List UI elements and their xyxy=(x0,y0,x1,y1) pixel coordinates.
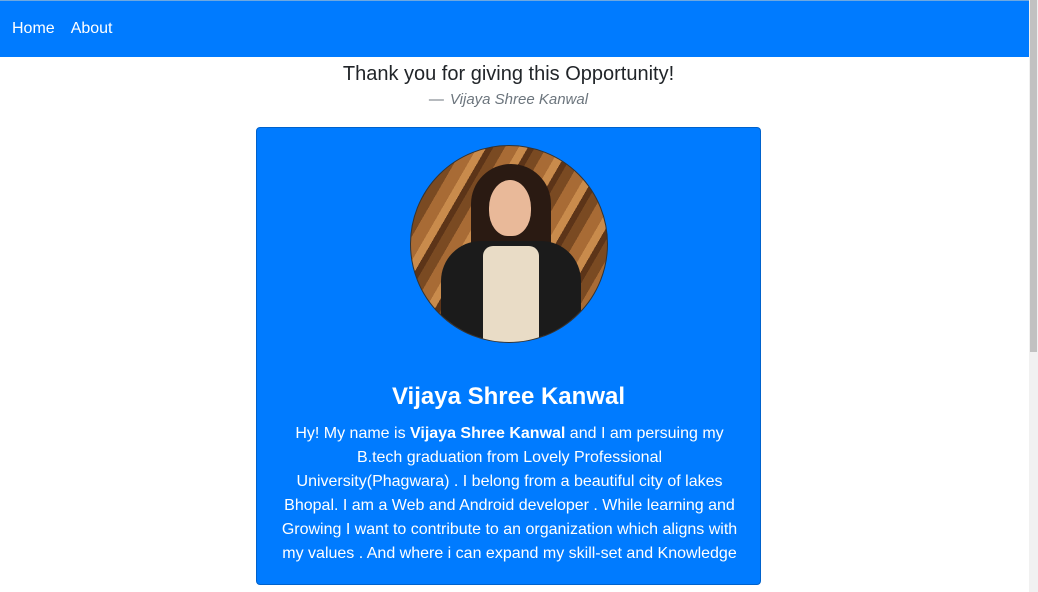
vertical-scrollbar[interactable] xyxy=(1029,0,1038,592)
bio-text-after: and I am persuing my B.tech graduation f… xyxy=(281,425,738,562)
scrollbar-thumb[interactable] xyxy=(1030,0,1037,352)
nav-link-home[interactable]: Home xyxy=(12,20,55,38)
quote-author: Vijaya Shree Kanwal xyxy=(449,91,589,108)
bio-name-bold: Vijaya Shree Kanwal xyxy=(410,425,566,442)
quote-footer: — Vijaya Shree Kanwal xyxy=(0,90,1017,110)
avatar-face-shape xyxy=(489,180,531,236)
nav-link-about[interactable]: About xyxy=(71,20,113,38)
quote-block: Thank you for giving this Opportunity! —… xyxy=(0,58,1017,110)
quote-text: Thank you for giving this Opportunity! xyxy=(342,63,675,85)
top-navbar: Home About xyxy=(0,0,1029,57)
avatar-top-shape xyxy=(483,246,539,342)
card-bio: Hy! My name is Vijaya Shree Kanwal and I… xyxy=(279,422,740,566)
bio-text-before: Hy! My name is xyxy=(295,425,411,442)
profile-card: Vijaya Shree Kanwal Hy! My name is Vijay… xyxy=(256,127,761,585)
quote-dash: — xyxy=(428,91,444,108)
avatar xyxy=(410,145,608,343)
card-title: Vijaya Shree Kanwal xyxy=(391,383,625,410)
